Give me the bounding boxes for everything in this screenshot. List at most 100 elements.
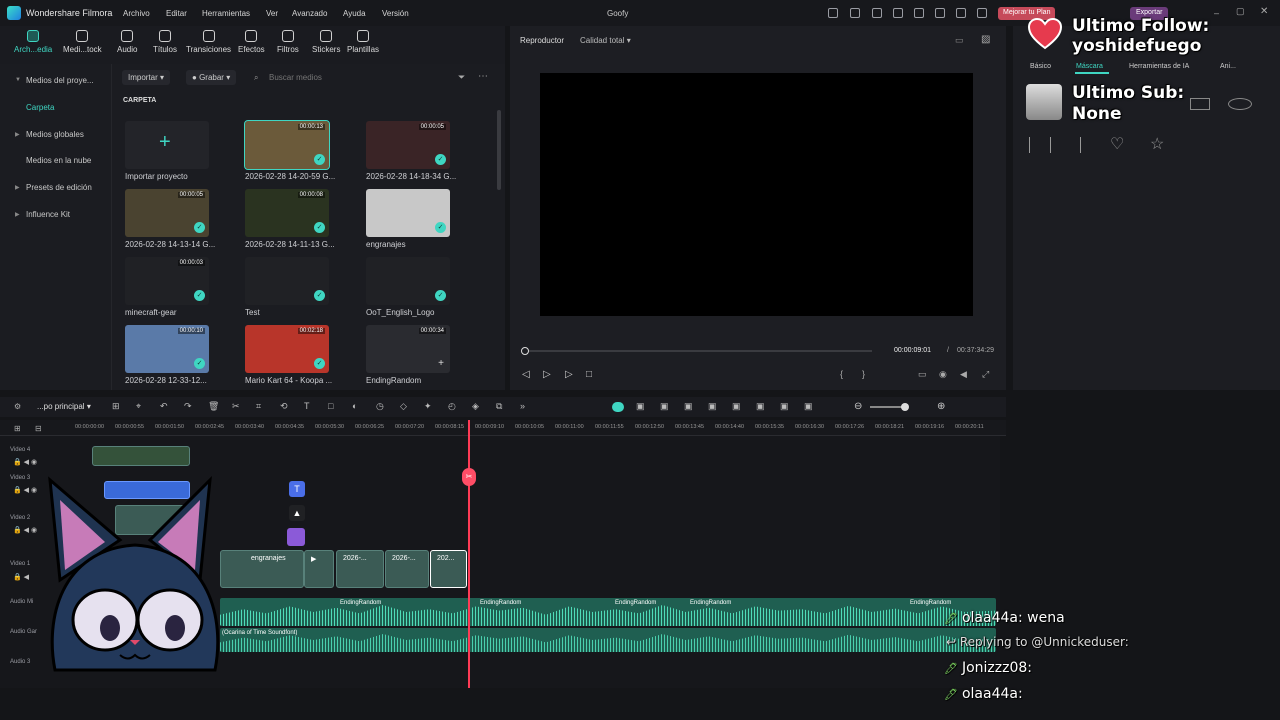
add-track-icon[interactable]: ⊞ bbox=[14, 424, 21, 433]
media-thumbnail[interactable]: 00:00:05 ✓ bbox=[125, 189, 209, 237]
feedback-icon[interactable] bbox=[872, 8, 882, 18]
media-thumbnail[interactable]: 00:00:08 ✓ bbox=[245, 189, 329, 237]
mask-line-icon[interactable] bbox=[1050, 137, 1051, 153]
speed-icon[interactable]: ◷ bbox=[376, 401, 384, 412]
search-input[interactable] bbox=[252, 70, 442, 85]
menu-version[interactable]: Versión bbox=[382, 9, 409, 18]
timer-icon[interactable]: ◴ bbox=[448, 401, 456, 412]
lock-eye-icons[interactable]: 🔒 ◀ bbox=[13, 573, 29, 581]
media-thumbnail[interactable]: 00:00:13 ✓ bbox=[244, 120, 330, 170]
menu-editar[interactable]: Editar bbox=[166, 9, 187, 18]
lock-eye-icons[interactable]: 🔒 ◀ ◉ bbox=[13, 526, 37, 534]
zoom-in-icon[interactable]: ⊕ bbox=[937, 401, 945, 412]
lock-eye-icons[interactable]: 🔒 ◀ ◉ bbox=[13, 458, 37, 466]
menu-archivo[interactable]: Archivo bbox=[123, 9, 150, 18]
timeline-settings-icon[interactable]: ⚙ bbox=[14, 402, 21, 411]
media-thumbnail[interactable]: 00:02:18 ✓ bbox=[245, 325, 329, 373]
split-screen-icon[interactable]: ⧉ bbox=[496, 401, 502, 412]
timeline-clip[interactable]: 2026-... bbox=[336, 550, 384, 588]
menu-ver[interactable]: Ver bbox=[266, 9, 278, 18]
play-icon[interactable]: ▷ bbox=[543, 369, 551, 380]
camera-icon[interactable]: ◉ bbox=[939, 369, 947, 380]
text-icon[interactable]: T bbox=[304, 401, 310, 411]
minimize-icon[interactable]: – bbox=[1214, 8, 1219, 18]
delete-icon[interactable]: 🗑 bbox=[208, 401, 219, 412]
volume-icon[interactable]: ◀ bbox=[960, 369, 967, 380]
select-icon[interactable]: ⌖ bbox=[136, 401, 141, 412]
more-options-icon[interactable]: ⋯ bbox=[478, 71, 488, 82]
mask-line-icon[interactable] bbox=[1080, 137, 1081, 153]
tab-titles[interactable]: Títulos bbox=[153, 30, 177, 54]
scissors-icon[interactable]: ✂ bbox=[462, 468, 476, 486]
crop-icon[interactable]: ⌗ bbox=[256, 401, 261, 412]
tab-templates[interactable]: Plantillas bbox=[347, 30, 379, 54]
tab-effects[interactable]: Efectos bbox=[238, 30, 265, 54]
timeline-clip[interactable]: 2026-... bbox=[385, 550, 429, 588]
tab-filters[interactable]: Filtros bbox=[277, 30, 299, 54]
tab-ai-tools[interactable]: Herramientas de IA bbox=[1129, 63, 1189, 70]
zoom-out-icon[interactable]: ⊖ bbox=[854, 401, 862, 412]
preview-screen[interactable] bbox=[540, 73, 973, 316]
media-thumbnail[interactable]: ✓ bbox=[366, 189, 450, 237]
previous-frame-icon[interactable]: ◁ bbox=[522, 369, 530, 380]
tab-mask[interactable]: Máscara bbox=[1076, 63, 1103, 70]
selected-clip[interactable]: 202... bbox=[430, 550, 467, 588]
mic-icon[interactable]: ▣ bbox=[732, 401, 741, 412]
display-icon[interactable]: ▭ bbox=[918, 369, 927, 380]
menu-ayuda[interactable]: Ayuda bbox=[343, 9, 366, 18]
menu-avanzado[interactable]: Avanzado bbox=[292, 9, 327, 18]
fit-icon[interactable]: ▣ bbox=[780, 401, 789, 412]
lock-eye-icons[interactable]: 🔒 ◀ ◉ bbox=[13, 486, 37, 494]
shield-icon[interactable]: ▣ bbox=[708, 401, 717, 412]
fullscreen-icon[interactable]: ⤢ bbox=[982, 369, 989, 380]
sidebar-item-influence-kit[interactable]: ▶ Influence Kit bbox=[15, 210, 70, 219]
gift-icon[interactable] bbox=[828, 8, 838, 18]
playhead[interactable] bbox=[468, 420, 470, 688]
tab-stock[interactable]: Medi...tock bbox=[63, 30, 102, 54]
color-icon[interactable]: ◐ bbox=[352, 401, 357, 411]
timeline-clip[interactable] bbox=[92, 446, 190, 466]
image-marker-icon[interactable]: ▲ bbox=[289, 505, 305, 521]
media-thumbnail[interactable]: 00:00:10 ✓ bbox=[125, 325, 209, 373]
mark-out-icon[interactable]: } bbox=[862, 369, 865, 379]
split-icon[interactable]: ✂ bbox=[232, 401, 240, 412]
tab-stickers[interactable]: Stickers bbox=[312, 30, 340, 54]
sticker-clip[interactable] bbox=[287, 528, 305, 546]
playback-scrubber[interactable] bbox=[525, 350, 872, 352]
layout-icon[interactable]: ⊞ bbox=[112, 401, 120, 412]
stop-icon[interactable]: □ bbox=[586, 369, 592, 380]
add-to-timeline-icon[interactable]: + bbox=[438, 358, 444, 369]
media-scrollbar[interactable] bbox=[497, 110, 501, 190]
menu-herramientas[interactable]: Herramientas bbox=[202, 9, 250, 18]
redo-icon[interactable]: ↷ bbox=[184, 401, 192, 412]
scrubber-handle[interactable] bbox=[521, 347, 529, 355]
mask-rectangle-icon[interactable] bbox=[1190, 98, 1210, 110]
safe-zone-icon[interactable]: ▭ bbox=[955, 35, 964, 46]
subtitle-icon[interactable]: ▣ bbox=[756, 401, 765, 412]
timeline-ruler[interactable]: 00:00:00:00 00:00:00:55 00:00:01:50 00:00:0… bbox=[0, 420, 1006, 436]
import-button[interactable]: Importar ▾ bbox=[122, 70, 171, 85]
mask-ellipse-icon[interactable] bbox=[1228, 98, 1252, 110]
sidebar-item-folder[interactable]: Carpeta bbox=[26, 103, 54, 112]
maximize-icon[interactable]: ▢ bbox=[1236, 6, 1245, 17]
audio-clip-soundfont[interactable]: (Ocarina of Time Soundfont) bbox=[220, 628, 996, 652]
audio-mix-icon[interactable]: ▣ bbox=[684, 401, 693, 412]
magnet-toggle[interactable] bbox=[612, 402, 624, 412]
mask-star-icon[interactable]: ☆ bbox=[1150, 134, 1164, 154]
audio-clip-ending[interactable]: EndingRandom EndingRandom EndingRandom E… bbox=[220, 598, 996, 626]
tab-media[interactable]: Arch...edia bbox=[14, 30, 52, 54]
link-icon[interactable]: ⊟ bbox=[35, 424, 42, 433]
tab-audio[interactable]: Audio bbox=[117, 30, 137, 54]
account-icon[interactable] bbox=[977, 8, 987, 18]
tab-transitions[interactable]: Transiciones bbox=[186, 30, 231, 54]
media-thumbnail[interactable]: 00:00:34 + bbox=[366, 325, 450, 373]
media-thumbnail[interactable]: 00:00:05 ✓ bbox=[366, 121, 450, 169]
close-icon[interactable]: ✕ bbox=[1260, 6, 1268, 17]
marker-icon[interactable]: ▣ bbox=[660, 401, 669, 412]
sidebar-item-global-media[interactable]: ▶ Medios globales bbox=[15, 130, 84, 139]
settings-icon[interactable] bbox=[956, 8, 966, 18]
filter-funnel-icon[interactable]: ⏷ bbox=[458, 72, 465, 83]
timeline-clip[interactable]: ▶ bbox=[304, 550, 334, 588]
sidebar-item-edit-presets[interactable]: ▶ Presets de edición bbox=[15, 183, 92, 192]
image-icon[interactable] bbox=[914, 8, 924, 18]
